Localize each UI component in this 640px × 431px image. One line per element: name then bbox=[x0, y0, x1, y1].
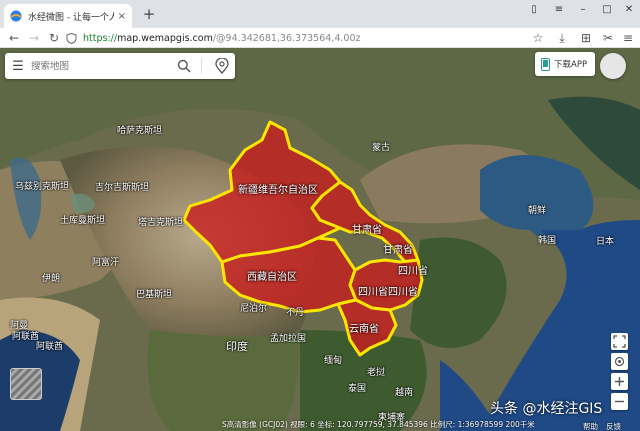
security-shield-icon bbox=[66, 32, 77, 44]
phone-icon bbox=[541, 57, 550, 71]
tab-title: 水经微图 - 让每一个人都有自 bbox=[28, 12, 114, 23]
map-search-input[interactable] bbox=[31, 60, 171, 72]
maximize-icon[interactable]: □ bbox=[596, 0, 618, 20]
browser-menu-icon[interactable]: ≡ bbox=[618, 28, 638, 48]
minimize-icon[interactable]: – bbox=[572, 0, 594, 20]
download-app-label: 下载APP bbox=[554, 60, 588, 70]
map-search-box: ☰ bbox=[5, 53, 235, 79]
province-label-sichuan: 四川省四川省 bbox=[358, 287, 418, 298]
fullscreen-icon bbox=[613, 335, 626, 348]
search-divider bbox=[201, 58, 202, 74]
place-label: 阿联酋 bbox=[36, 342, 64, 352]
place-label: 不丹 bbox=[286, 308, 305, 318]
province-label-gansu: 甘肃省 bbox=[352, 225, 382, 236]
province-label-xinjiang: 新疆维吾尔自治区 bbox=[238, 185, 318, 196]
search-icon[interactable] bbox=[177, 59, 191, 73]
locate-button[interactable] bbox=[611, 353, 628, 370]
map-status-bar: S高清影像 (GCJ02) 视眼: 6 坐标: 120.797759, 37.8… bbox=[222, 420, 535, 429]
site-favicon-icon bbox=[10, 10, 22, 22]
menu-icon[interactable]: ☰ bbox=[5, 59, 31, 74]
avatar[interactable] bbox=[600, 53, 626, 79]
minus-icon bbox=[615, 400, 624, 403]
address-url: https://map.wemapgis.com/@94.342681,36.3… bbox=[83, 33, 360, 44]
new-tab-button[interactable]: + bbox=[140, 5, 158, 23]
place-label: 印度 bbox=[226, 340, 248, 353]
locate-icon bbox=[614, 356, 625, 367]
reload-icon[interactable]: ↻ bbox=[44, 28, 64, 48]
download-icon[interactable]: ⤓ bbox=[552, 28, 572, 48]
province-label-yunnan: 云南省 bbox=[349, 324, 379, 335]
place-label: 阿联酋 bbox=[12, 332, 40, 342]
place-label: 伊朗 bbox=[42, 274, 61, 284]
map-view[interactable]: 哈萨克斯坦 乌兹别克斯坦 吉尔吉斯斯坦 土库曼斯坦 塔吉克斯坦 阿富汗 伊朗 巴… bbox=[0, 48, 640, 431]
place-label: 日本 bbox=[596, 237, 615, 247]
place-label: 尼泊尔 bbox=[240, 304, 268, 314]
url-path: /@94.342681,36.373564,4.00z bbox=[212, 32, 361, 44]
browser-tab[interactable]: 水经微图 - 让每一个人都有自 × bbox=[4, 4, 132, 28]
window-menu-icon[interactable]: ≡ bbox=[548, 0, 570, 20]
address-bar[interactable]: https://map.wemapgis.com/@94.342681,36.3… bbox=[66, 29, 526, 47]
place-label: 吉尔吉斯斯坦 bbox=[95, 183, 150, 193]
tab-bar: 水经微图 - 让每一个人都有自 × + ▯ ≡ – □ ✕ bbox=[0, 0, 640, 28]
place-label: 孟加拉国 bbox=[270, 334, 307, 344]
back-icon[interactable]: ← bbox=[4, 28, 24, 48]
province-label-sichuan: 四川省 bbox=[398, 266, 428, 277]
location-pin-icon[interactable] bbox=[215, 58, 229, 74]
place-label: 土库曼斯坦 bbox=[60, 216, 106, 226]
plus-icon bbox=[615, 377, 624, 386]
apps-icon[interactable]: ⊞ bbox=[576, 28, 596, 48]
layer-switcher-thumbnail[interactable] bbox=[10, 368, 42, 400]
place-label: 缅甸 bbox=[324, 356, 343, 366]
url-scheme: https:// bbox=[83, 32, 118, 44]
place-label: 乌兹别克斯坦 bbox=[15, 182, 70, 192]
place-label: 老挝 bbox=[367, 368, 386, 378]
feedback-link[interactable]: 反馈 bbox=[606, 421, 621, 431]
tab-close-icon[interactable]: × bbox=[118, 11, 126, 22]
account-icon[interactable]: ▯ bbox=[523, 0, 545, 20]
place-label: 韩国 bbox=[538, 236, 557, 246]
place-label: 蒙古 bbox=[372, 143, 391, 153]
province-label-tibet: 西藏自治区 bbox=[247, 272, 297, 283]
help-link[interactable]: 帮助 bbox=[583, 421, 598, 431]
fullscreen-button[interactable] bbox=[611, 333, 628, 350]
place-label: 塔吉克斯坦 bbox=[138, 218, 184, 228]
zoom-in-button[interactable] bbox=[611, 373, 628, 390]
place-label: 巴基斯坦 bbox=[136, 290, 173, 300]
tools-icon[interactable]: ✂ bbox=[598, 28, 618, 48]
forward-icon[interactable]: → bbox=[24, 28, 44, 48]
place-label: 越南 bbox=[395, 388, 414, 398]
close-window-icon[interactable]: ✕ bbox=[618, 0, 640, 20]
url-host: map.wemapgis.com bbox=[117, 32, 213, 44]
place-label: 朝鲜 bbox=[528, 206, 547, 216]
watermark: 头条 @水经注GIS bbox=[490, 401, 603, 417]
browser-toolbar: ← → ↻ https://map.wemapgis.com/@94.34268… bbox=[0, 28, 640, 48]
download-app-button[interactable]: 下载APP bbox=[535, 52, 595, 76]
place-label: 泰国 bbox=[348, 384, 367, 394]
place-label: 阿富汗 bbox=[92, 258, 120, 268]
zoom-out-button[interactable] bbox=[611, 393, 628, 410]
place-label: 哈萨克斯坦 bbox=[117, 126, 163, 136]
bookmark-star-icon[interactable]: ☆ bbox=[528, 28, 548, 48]
province-label-gansu: 甘肃省 bbox=[383, 245, 413, 256]
